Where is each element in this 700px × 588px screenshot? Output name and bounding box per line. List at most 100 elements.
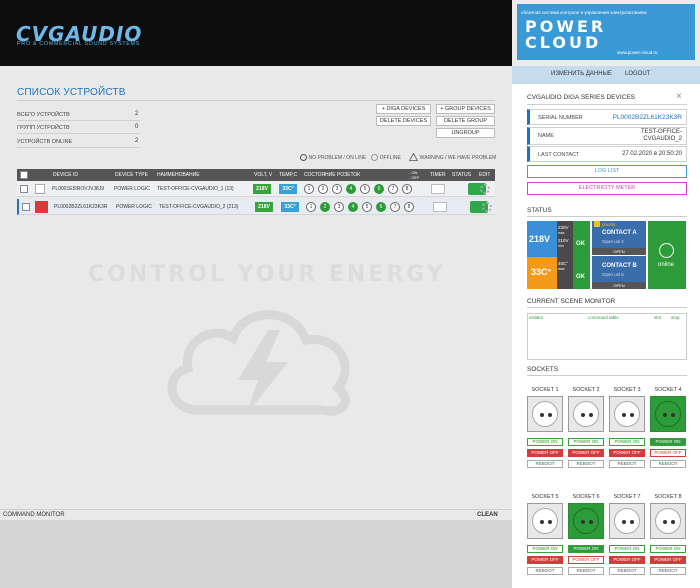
socket-label: SOCKET 4 (654, 387, 682, 393)
reboot-button[interactable]: REBOOT (609, 460, 645, 468)
power-on-button[interactable]: POWER ON (609, 545, 645, 553)
name-value-line1: TEST-OFFICE- (641, 129, 682, 135)
power-off-button[interactable]: POWER OFF (527, 449, 563, 457)
socket-state[interactable]: 7 (388, 184, 398, 194)
electricity-meter-button[interactable]: ELECTRICITY METER (527, 182, 687, 195)
table-header: DEVICE ID DEVICE TYPE НАИМЕНОВАНИЕ VOLT,… (17, 169, 495, 181)
reboot-button[interactable]: REBOOT (568, 567, 604, 575)
delete-devices-button[interactable]: DELETE DEVICES (376, 116, 431, 126)
sockets-title: SOCKETS (527, 366, 559, 373)
user-bar: ИЗМЕНИТЬ ДАННЫЕ LOGOUT (512, 66, 700, 84)
priority-label: priority (602, 222, 616, 227)
device-name: TEST-OFFICE-CVGAUDIO_1 (13) (157, 186, 234, 192)
volt-min-value: 210V (558, 238, 569, 243)
reboot-button[interactable]: REBOOT (527, 567, 563, 575)
reboot-button[interactable]: REBOOT (650, 567, 686, 575)
row-checkbox[interactable] (20, 185, 28, 193)
power-on-button[interactable]: POWER ON (609, 438, 645, 446)
timer-icon[interactable] (433, 202, 447, 212)
legend-warning: WARNING / WE HAVE PROBLEM (408, 152, 496, 163)
gear-icon[interactable] (480, 184, 490, 194)
socket-state[interactable]: 6 (376, 202, 386, 212)
logout-link[interactable]: LOGOUT (625, 71, 650, 77)
close-icon[interactable]: × (676, 91, 682, 102)
power-off-button[interactable]: POWER OFF (650, 556, 686, 564)
contact-value: 27.02.2020 в 20:50:20 (622, 151, 682, 157)
row-checkbox[interactable] (22, 203, 30, 211)
power-on-button[interactable]: POWER ON (568, 545, 604, 553)
volt-max-value: 230V (558, 225, 569, 230)
panel-divider (527, 104, 687, 105)
socket-outlet-icon (609, 396, 645, 432)
volt-badge: 218V (255, 202, 273, 212)
stat-groups-value: 0 (135, 124, 139, 130)
socket-state[interactable]: 2 (318, 184, 328, 194)
socket-state[interactable]: 5 (360, 184, 370, 194)
power-off-button[interactable]: POWER OFF (609, 556, 645, 564)
power-on-button[interactable]: POWER ON (650, 438, 686, 446)
add-group-button[interactable]: + GROUP DEVICES (436, 104, 495, 114)
delete-group-button[interactable]: DELETE GROUP (436, 116, 495, 126)
power-off-button[interactable]: POWER OFF (568, 556, 604, 564)
power-off-button[interactable]: POWER OFF (609, 449, 645, 457)
socket-state[interactable]: 4 (346, 184, 356, 194)
socket-state[interactable]: 2 (320, 202, 330, 212)
socket-state[interactable]: 7 (390, 202, 400, 212)
gear-icon[interactable] (482, 202, 492, 212)
reboot-button[interactable]: REBOOT (568, 460, 604, 468)
scene-col-stop: stop (671, 315, 680, 320)
title-divider (17, 100, 495, 101)
socket-state[interactable]: 8 (402, 184, 412, 194)
ungroup-button[interactable]: UNGROUP (436, 128, 495, 138)
brand-subtitle: PRO & COMMERCIAL SOUND SYSTEMS (17, 41, 140, 47)
reboot-button[interactable]: REBOOT (527, 460, 563, 468)
socket-label: SOCKET 1 (531, 387, 559, 393)
reboot-button[interactable]: REBOOT (650, 460, 686, 468)
clean-button[interactable]: CLEAN (477, 512, 498, 518)
timer-icon[interactable] (431, 184, 445, 194)
legend-offline-label: OFFLINE (379, 155, 401, 161)
col-device-id: DEVICE ID (53, 172, 79, 178)
outlet-pin (589, 520, 593, 524)
scene-monitor-box: initiator command table slot stop (527, 313, 687, 360)
table-row[interactable]: PL0002B2ZL61K23K3R POWER LOGIC TEST-OFFI… (17, 199, 495, 215)
power-on-button[interactable]: POWER ON (650, 545, 686, 553)
socket-state[interactable]: 3 (334, 202, 344, 212)
outlet-pin (622, 413, 626, 417)
power-off-button[interactable]: POWER OFF (568, 449, 604, 457)
socket-state[interactable]: 1 (306, 202, 316, 212)
socket-state[interactable]: 3 (332, 184, 342, 194)
table-row[interactable]: PL0001E5IROVJVJ8J9 POWER LOGIC TEST-OFFI… (17, 181, 495, 197)
socket-state[interactable]: 5 (362, 202, 372, 212)
power-on-button[interactable]: POWER ON (568, 438, 604, 446)
power-on-button[interactable]: POWER ON (527, 438, 563, 446)
power-off-button[interactable]: POWER OFF (650, 449, 686, 457)
socket-state[interactable]: 1 (304, 184, 314, 194)
stat-total-label: ВСЕГО УСТРОЙСТВ (17, 112, 70, 118)
power-on-button[interactable]: POWER ON (527, 545, 563, 553)
socket-label: SOCKET 3 (613, 387, 641, 393)
device-icon (35, 184, 45, 194)
volt-max-label: max (558, 231, 565, 235)
power-off-button[interactable]: POWER OFF (527, 556, 563, 564)
socket-state[interactable]: 4 (348, 202, 358, 212)
device-type: POWER LOGIC (114, 186, 150, 192)
device-icon (35, 201, 48, 213)
online-tile: online (648, 221, 686, 289)
scene-title: CURRENT SCENE MONITOR (527, 298, 616, 305)
contact-a-sub: Open usl 4 (602, 239, 624, 244)
command-monitor-bar: COMMAND MONITOR CLEAN (0, 509, 512, 520)
socket-state[interactable]: 8 (404, 202, 414, 212)
add-diga-button[interactable]: + DIGA DEVICES (376, 104, 431, 114)
outlet-face (532, 401, 558, 427)
outlet-pin (548, 413, 552, 417)
temp-ok-tile: OK (573, 257, 590, 289)
change-data-link[interactable]: ИЗМЕНИТЬ ДАННЫЕ (551, 71, 612, 77)
status-title: STATUS (527, 207, 552, 214)
reboot-button[interactable]: REBOOT (609, 567, 645, 575)
socket-state[interactable]: 6 (374, 184, 384, 194)
log-list-button[interactable]: LOG LIST (527, 165, 687, 178)
select-all-checkbox[interactable] (20, 171, 28, 179)
scene-col-slot: slot (654, 315, 662, 320)
page-title: СПИСОК УСТРОЙСТВ (17, 87, 126, 98)
